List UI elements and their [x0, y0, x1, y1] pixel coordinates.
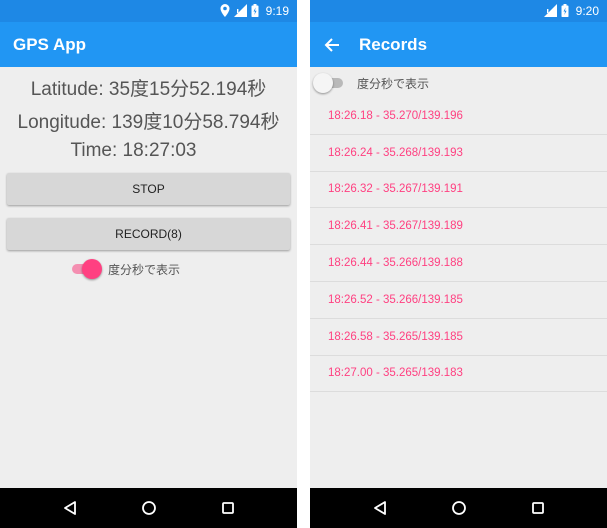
record-item[interactable]: 18:27.00 - 35.265/139.183 [310, 356, 607, 393]
app-title: GPS App [13, 34, 87, 54]
record-button[interactable]: RECORD(8) [7, 218, 290, 250]
record-item[interactable]: 18:26.32 - 35.267/139.191 [310, 172, 607, 209]
dms-switch-label: 度分秒で表示 [357, 76, 430, 91]
navigation-bar [0, 488, 297, 528]
app-bar: Records [310, 22, 607, 67]
dms-switch-label: 度分秒で表示 [108, 262, 181, 277]
home-nav-icon[interactable] [137, 496, 161, 520]
latitude-text: Latitude: 35度15分52.194秒 [30, 79, 267, 100]
dms-switch-row: 度分秒で表示 [313, 73, 430, 93]
navigation-bar [310, 488, 607, 528]
status-bar: 9:19 [0, 0, 297, 22]
stop-button[interactable]: STOP [7, 173, 290, 205]
back-arrow-icon[interactable] [324, 37, 340, 53]
gps-app-screen: 9:19 GPS App Latitude: 35度15分52.194秒 Lon… [0, 0, 297, 528]
location-icon [220, 2, 230, 21]
status-time: 9:20 [575, 4, 599, 18]
record-item[interactable]: 18:26.41 - 35.267/139.189 [310, 208, 607, 246]
signal-icon [233, 2, 247, 21]
recents-nav-icon[interactable] [526, 496, 550, 520]
battery-icon [251, 2, 259, 21]
dms-switch-row: 度分秒で表示 [70, 259, 180, 279]
record-item[interactable]: 18:26.24 - 35.268/139.193 [310, 135, 607, 172]
app-title: Records [359, 34, 428, 54]
back-nav-icon[interactable] [58, 496, 82, 520]
status-icons: 9:19 [220, 3, 289, 19]
dms-toggle[interactable] [313, 73, 345, 93]
status-time: 9:19 [265, 4, 289, 18]
record-item[interactable]: 18:26.52 - 35.266/139.185 [310, 282, 607, 319]
battery-icon [561, 2, 569, 21]
record-item[interactable]: 18:26.44 - 35.266/139.188 [310, 245, 607, 282]
toggle-thumb [82, 259, 102, 279]
record-list: 18:26.18 - 35.270/139.196 18:26.24 - 35.… [310, 98, 607, 393]
longitude-text: Longitude: 139度10分58.794秒 [17, 112, 280, 133]
status-icons: 9:20 [543, 2, 599, 21]
records-screen: 9:20 Records 度分秒で表示 18:26.18 - 35.270/13… [310, 0, 607, 528]
toggle-thumb [313, 73, 333, 93]
back-nav-icon[interactable] [368, 496, 392, 520]
status-bar: 9:20 [310, 0, 607, 22]
dms-toggle[interactable] [70, 259, 102, 279]
signal-icon [543, 2, 557, 21]
record-item[interactable]: 18:26.18 - 35.270/139.196 [310, 98, 607, 135]
record-item[interactable]: 18:26.58 - 35.265/139.185 [310, 319, 607, 356]
app-bar: GPS App [0, 22, 297, 67]
recents-nav-icon[interactable] [216, 496, 240, 520]
time-text: Time: 18:27:03 [70, 140, 197, 161]
home-nav-icon[interactable] [447, 496, 471, 520]
